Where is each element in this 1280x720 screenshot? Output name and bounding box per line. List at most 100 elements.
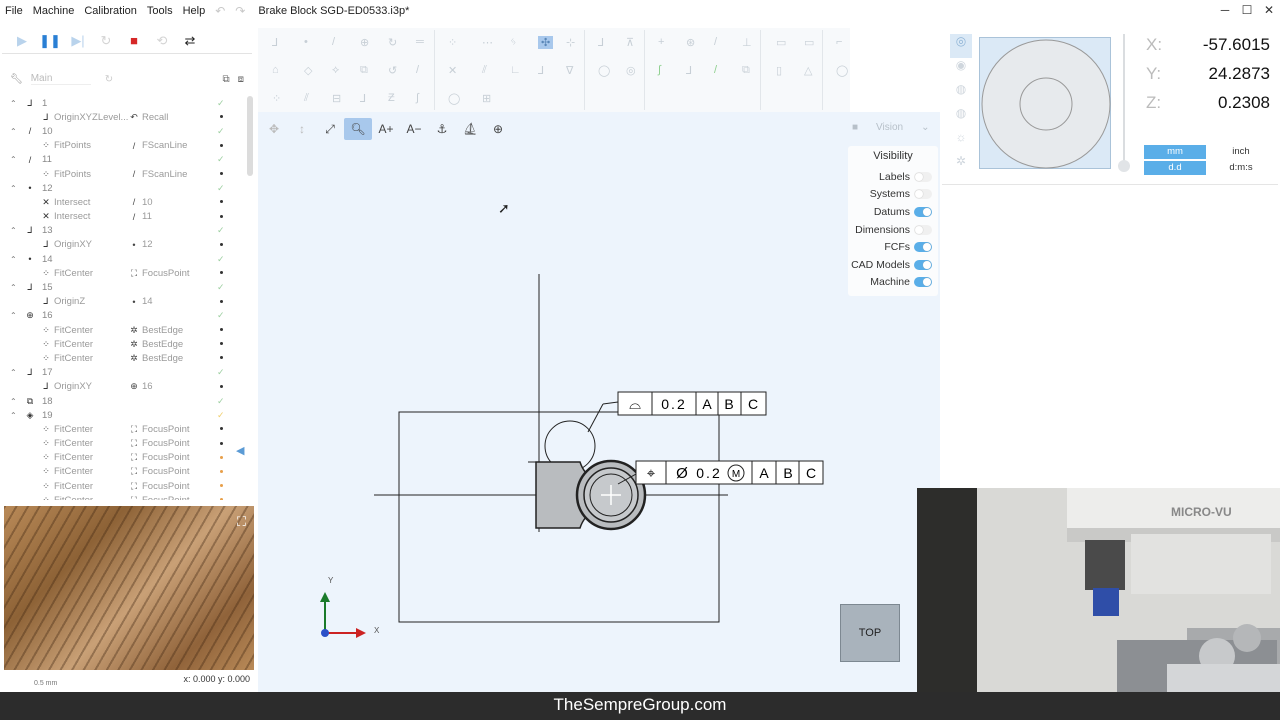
palette-tool-icon[interactable]: ∟ [510,64,521,76]
palette-tool-icon[interactable]: • [304,36,308,48]
fcf-profile[interactable]: ⌓ 0.2 A B C [617,391,767,416]
palette-tool-icon[interactable]: △ [804,64,812,77]
palette-tool-icon[interactable]: ⁘ [448,36,457,49]
tree-scrollbar[interactable] [247,96,253,176]
palette-tool-icon[interactable]: ⌂ [272,64,279,76]
palette-tool-icon[interactable]: ◎ [626,64,636,77]
palette-tool-icon[interactable]: ⫽ [482,64,487,77]
tree-step-row[interactable]: ⌃ ◈ 19 ✓ [2,408,234,422]
zoom-icon[interactable]: 🔍︎ [344,118,372,140]
fit-view-icon[interactable]: ⤢ [316,122,344,137]
palette-tool-icon[interactable]: ⌐ [836,36,842,48]
tree-child-row[interactable]: ⁘ FitPoints / FScanLine [2,167,234,181]
tree-child-row[interactable]: ⁘ FitCenter ⛶ FocusPoint [2,451,234,465]
step-icon[interactable]: ▶| [66,33,90,49]
palette-tool-icon[interactable]: ▯ [776,64,782,77]
palette-tool-icon[interactable]: ⊕ [360,36,369,49]
palette-tool-icon[interactable]: ✕ [448,64,457,77]
visibility-toggle[interactable] [914,242,932,253]
tree-child-row[interactable]: ⅃ OriginXY ⊕ 16 [2,380,234,394]
expand-all-icon[interactable]: ⧈ [238,74,244,85]
palette-tool-icon[interactable]: ⅃ [360,92,366,105]
palette-tool-icon[interactable]: ∇ [566,64,573,77]
live-video-view[interactable]: ⛶ [4,506,254,670]
palette-tool-icon[interactable]: ▭ [804,36,814,49]
palette-tool-icon[interactable]: ⊟ [332,92,341,105]
redo-icon[interactable]: ↷ [230,4,250,18]
palette-tool-icon[interactable]: ⊹ [566,36,575,49]
palette-tool-icon[interactable]: ⅃ [272,36,278,49]
menu-help[interactable]: Help [178,5,211,17]
tree-child-row[interactable]: ⅃ OriginXYZLevel... ↶ Recall [2,110,234,124]
angle-dd-button[interactable]: d.d [1144,161,1206,175]
palette-tool-icon[interactable]: ∫ [416,92,419,104]
lens-icon-2[interactable]: ◉ [950,58,972,82]
palette-tool-icon[interactable]: ⅃ [686,64,692,77]
tree-step-row[interactable]: ⌃ ⅃ 1 ✓ [2,96,234,110]
tree-step-row[interactable]: ⌃ ⅃ 13 ✓ [2,224,234,238]
play-icon[interactable]: ▶ [10,33,34,49]
view-icon-1[interactable]: ⚓︎ [428,122,456,136]
collapse-chevron-icon[interactable]: ⌃ [10,127,17,136]
palette-tool-icon[interactable]: ⁘ [272,92,281,105]
refresh-icon[interactable]: ↻ [105,74,113,85]
menu-tools[interactable]: Tools [142,5,178,17]
visibility-toggle[interactable] [914,259,932,270]
collapse-all-icon[interactable]: ⧉ [222,74,229,85]
unit-inch-button[interactable]: inch [1210,145,1272,159]
visibility-toggle[interactable] [914,189,932,200]
undo-icon[interactable]: ↶ [210,4,230,18]
fullscreen-icon[interactable]: ⛶ [237,514,246,530]
tree-child-row[interactable]: ⁘ FitCenter ✲ BestEdge [2,323,234,337]
palette-tool-icon[interactable]: ⊼ [626,36,634,49]
tree-child-row[interactable]: ⁘ FitCenter ⛶ FocusPoint [2,422,234,436]
stop-icon[interactable]: ■ [122,33,146,48]
cad-viewport[interactable]: ⌓ 0.2 A B C ⌖ Ø 0.2 M A B C Y X [258,112,940,692]
palette-tool-icon[interactable]: / [714,64,717,76]
auto-icon[interactable]: ⇄ [178,33,202,49]
menu-calibration[interactable]: Calibration [79,5,142,17]
palette-tool-icon[interactable]: ✣ [538,36,554,49]
pause-icon[interactable]: ❚❚ [38,33,62,49]
tree-step-row[interactable]: ⌃ / 11 ✓ [2,153,234,167]
close-icon[interactable]: ✕ [1258,0,1280,20]
vertical-pan-icon[interactable]: ↕ [288,122,316,136]
text-smaller-button[interactable]: A− [400,122,428,136]
palette-tool-icon[interactable]: ⧉ [742,64,750,77]
tree-child-row[interactable]: ⁘ FitCenter ✲ BestEdge [2,337,234,351]
palette-tool-icon[interactable]: / [332,36,335,48]
collapse-chevron-icon[interactable]: ⌃ [10,226,17,235]
lens-icon-3[interactable]: ◍ [950,82,972,106]
tree-child-row[interactable]: ⁘ FitCenter ✲ BestEdge [2,351,234,365]
palette-tool-icon[interactable]: + [658,36,664,48]
view-icon-2[interactable]: ⛵︎ [456,122,484,136]
loop-icon[interactable]: ⟲ [150,33,174,49]
visibility-toggle[interactable] [914,224,932,235]
palette-tool-icon[interactable]: ▭ [776,36,786,49]
tree-step-row[interactable]: ⌃ ⅃ 15 ✓ [2,280,234,294]
visibility-toggle[interactable] [914,277,932,288]
collapse-chevron-icon[interactable]: ⌃ [10,283,17,292]
routine-select[interactable]: Main [30,73,91,85]
top-view-button[interactable]: TOP [840,604,900,662]
tree-child-row[interactable]: ⁘ FitCenter ⛶ FocusPoint [2,266,234,280]
tree-child-row[interactable]: ✕ Intersect / 10 [2,195,234,209]
slider-knob[interactable] [1118,160,1130,172]
unit-mm-button[interactable]: mm [1144,145,1206,159]
palette-tool-icon[interactable]: ↺ [388,64,397,77]
angle-dms-button[interactable]: d:m:s [1210,161,1272,175]
wrench-icon[interactable]: 🔧︎ [10,74,23,85]
palette-tool-icon[interactable]: ⟡ [332,64,339,77]
lens-icon-5[interactable]: ☼ [950,130,972,154]
visibility-toggle[interactable] [914,171,932,182]
palette-tool-icon[interactable]: / [714,36,717,48]
menu-file[interactable]: File [0,5,28,17]
palette-tool-icon[interactable]: ∫ [658,64,661,76]
tree-child-row[interactable]: ✕ Intersect / 11 [2,210,234,224]
menu-machine[interactable]: Machine [28,5,80,17]
palette-tool-icon[interactable]: ⧉ [360,64,368,77]
palette-tool-icon[interactable]: Ƶ [388,92,395,104]
lens-icon-6[interactable]: ✲ [950,154,972,178]
palette-tool-icon[interactable]: ⅃ [538,64,544,77]
tree-step-row[interactable]: ⌃ / 10 ✓ [2,124,234,138]
